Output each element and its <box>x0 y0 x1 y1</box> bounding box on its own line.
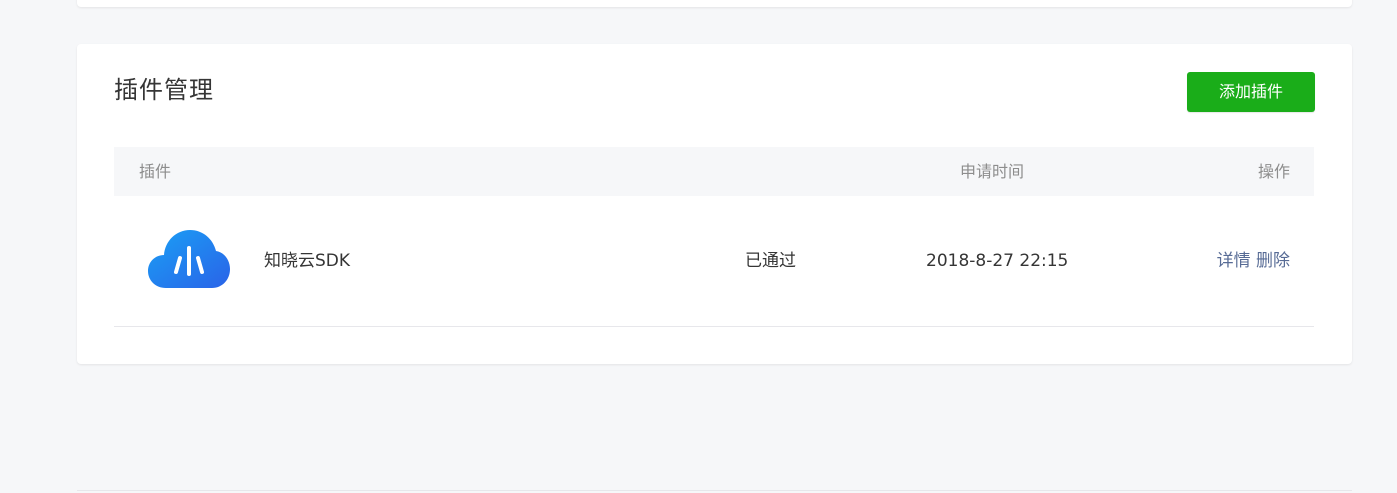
column-header-plugin: 插件 <box>139 162 172 181</box>
table-header: 插件 申请时间 操作 <box>114 147 1314 196</box>
column-header-apply-time: 申请时间 <box>960 162 1025 181</box>
plugin-management-card: 插件管理 添加插件 插件 申请时间 操作 知晓云SDK 已通过 2018-8-2… <box>77 44 1352 364</box>
table-row: 知晓云SDK 已通过 2018-8-27 22:15 详情 删除 <box>114 196 1314 327</box>
column-header-action: 操作 <box>1257 162 1290 181</box>
details-link[interactable]: 详情 <box>1217 251 1251 271</box>
page-title: 插件管理 <box>114 76 214 104</box>
add-plugin-button[interactable]: 添加插件 <box>1187 72 1315 112</box>
delete-link[interactable]: 删除 <box>1256 251 1290 271</box>
xiao-cloud-icon <box>148 230 230 292</box>
apply-time: 2018-8-27 22:15 <box>926 251 1069 271</box>
row-actions: 详情 删除 <box>1217 196 1290 326</box>
status-text: 已通过 <box>745 251 796 271</box>
divider <box>77 490 1352 491</box>
previous-card <box>77 0 1352 7</box>
plugin-name: 知晓云SDK <box>264 251 351 271</box>
